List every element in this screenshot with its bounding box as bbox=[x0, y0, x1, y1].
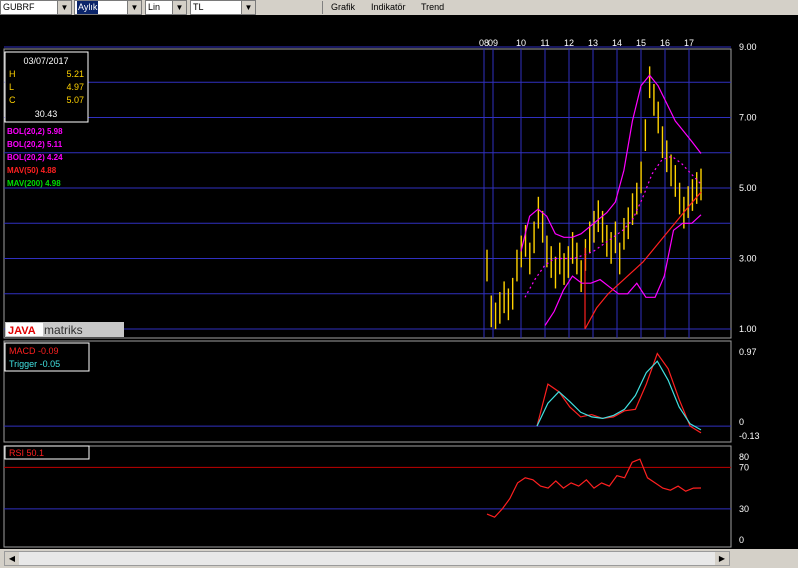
legend-bol-middle: BOL(20,2) 5.11 bbox=[7, 140, 63, 149]
toolbar: GUBRF ▼ Aylık ▼ Lin ▼ TL ▼ Grafik Indika… bbox=[0, 0, 798, 16]
currency-value: TL bbox=[193, 2, 204, 12]
rsi-y-tick: 70 bbox=[739, 462, 749, 472]
info-l-value: 4.97 bbox=[66, 82, 84, 92]
price-x-tick: 11 bbox=[540, 38, 549, 48]
price-x-tick: 12 bbox=[564, 38, 574, 48]
info-date: 03/07/2017 bbox=[23, 56, 68, 66]
period-value: Aylık bbox=[77, 1, 99, 14]
menu-indikator[interactable]: Indikatör bbox=[371, 0, 406, 14]
price-x-tick: 17 bbox=[684, 38, 694, 48]
toolbar-divider bbox=[322, 1, 323, 14]
macd-legend-macd: MACD -0.09 bbox=[9, 346, 59, 356]
price-y-tick: 5.00 bbox=[739, 183, 757, 193]
symbol-select[interactable]: GUBRF ▼ bbox=[0, 0, 72, 15]
price-y-tick: 1.00 bbox=[739, 324, 757, 334]
price-x-tick: 09 bbox=[488, 38, 498, 48]
price-x-tick: 14 bbox=[612, 38, 622, 48]
price-x-tick: 16 bbox=[660, 38, 670, 48]
chevron-down-icon[interactable]: ▼ bbox=[57, 1, 71, 14]
scroll-left-icon[interactable]: ◀ bbox=[5, 552, 19, 565]
logo: JAVA matriks bbox=[5, 322, 124, 337]
rsi-legend: RSI 50.1 bbox=[4, 445, 90, 460]
rsi-y-tick: 30 bbox=[739, 504, 749, 514]
info-l-label: L bbox=[9, 82, 14, 92]
scroll-right-icon[interactable]: ▶ bbox=[715, 552, 729, 565]
legend-mav200: MAV(200) 4.98 bbox=[7, 179, 61, 188]
macd-y-tick: -0.13 bbox=[739, 431, 760, 441]
info-c-value: 5.07 bbox=[66, 95, 84, 105]
logo-matriks: matriks bbox=[44, 323, 83, 337]
price-x-tick: 15 bbox=[636, 38, 646, 48]
chart-area[interactable]: 9.007.005.003.001.000809 10 11 12 13 14 15 16 17… bbox=[0, 15, 798, 549]
menu-grafik[interactable]: Grafik bbox=[331, 0, 355, 14]
legend-mav50: MAV(50) 4.88 bbox=[7, 166, 57, 175]
macd-y-tick: 0.97 bbox=[739, 347, 757, 357]
rsi-y-tick: 80 bbox=[739, 452, 749, 462]
chart-background bbox=[0, 15, 798, 549]
rsi-legend-text: RSI 50.1 bbox=[9, 448, 44, 458]
logo-java: JAVA bbox=[8, 325, 36, 337]
rsi-y-tick: 0 bbox=[739, 535, 744, 545]
macd-y-tick: 0 bbox=[739, 417, 744, 427]
menu-trend[interactable]: Trend bbox=[421, 0, 444, 14]
period-select[interactable]: Aylık ▼ bbox=[74, 0, 142, 15]
price-y-tick: 9.00 bbox=[739, 42, 757, 52]
price-x-tick: 13 bbox=[588, 38, 598, 48]
price-y-tick: 7.00 bbox=[739, 113, 757, 123]
macd-legend: MACD -0.09 Trigger -0.05 bbox=[4, 342, 90, 372]
info-h-label: H bbox=[9, 69, 16, 79]
price-y-tick: 3.00 bbox=[739, 254, 757, 264]
legend-bol-upper: BOL(20,2) 5.98 bbox=[7, 127, 63, 136]
chevron-down-icon[interactable]: ▼ bbox=[172, 1, 186, 14]
symbol-value: GUBRF bbox=[3, 2, 35, 12]
chevron-down-icon[interactable]: ▼ bbox=[127, 1, 141, 14]
info-h-value: 5.21 bbox=[66, 69, 84, 79]
chevron-down-icon[interactable]: ▼ bbox=[241, 1, 255, 14]
currency-select[interactable]: TL ▼ bbox=[190, 0, 256, 15]
scale-select[interactable]: Lin ▼ bbox=[145, 0, 187, 15]
horizontal-scrollbar[interactable]: ◀ ▶ bbox=[4, 551, 730, 566]
info-c-label: C bbox=[9, 95, 16, 105]
info-volume: 30.43 bbox=[35, 109, 58, 119]
price-x-tick: 10 bbox=[516, 38, 526, 48]
info-box: 03/07/2017 H 5.21 L 4.97 C 5.07 30.43 bbox=[4, 51, 89, 123]
macd-legend-trigger: Trigger -0.05 bbox=[9, 359, 60, 369]
legend-bol-lower: BOL(20,2) 4.24 bbox=[7, 153, 63, 162]
scale-value: Lin bbox=[148, 2, 161, 12]
